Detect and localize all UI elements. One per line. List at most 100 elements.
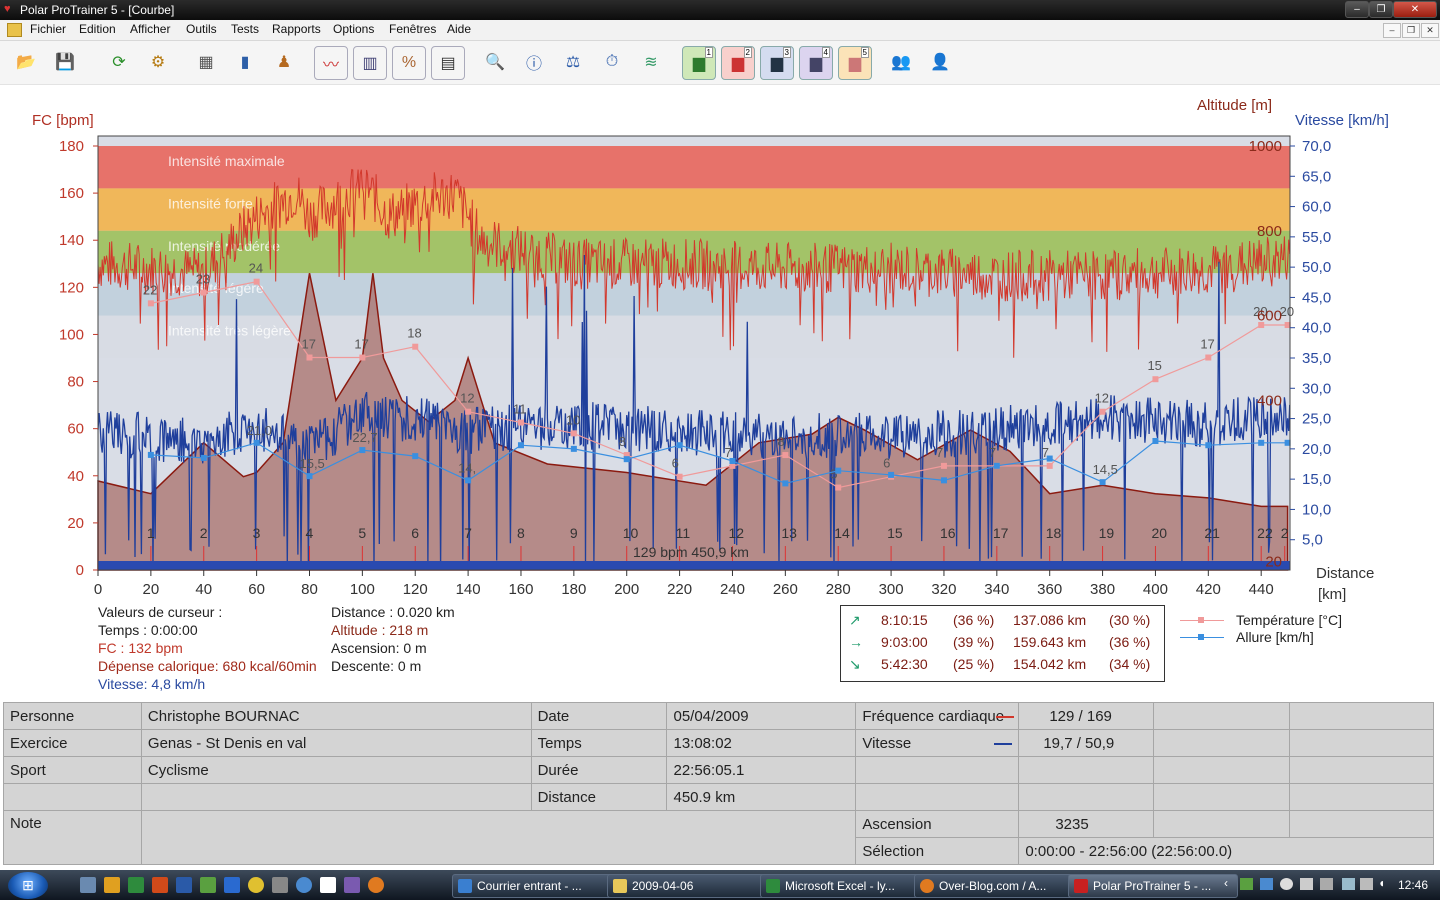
media-player-icon[interactable] — [104, 877, 120, 893]
line-chart-icon[interactable]: 〰 — [314, 46, 348, 80]
tray-update-icon[interactable] — [1280, 878, 1293, 890]
percent-chart-icon[interactable]: % — [392, 46, 426, 80]
close-button[interactable]: ✕ — [1393, 1, 1437, 18]
temperature-label: 18 — [407, 326, 421, 341]
tray-monitor-icon[interactable] — [1360, 878, 1373, 890]
chart-4-icon[interactable]: ▆ 4 — [799, 46, 833, 80]
task-mail[interactable]: Courrier entrant - ... — [452, 874, 622, 898]
empty-cell — [1153, 783, 1291, 811]
menu-aide[interactable]: Aide — [447, 22, 471, 36]
zoom-icon[interactable]: 🔍 — [479, 46, 511, 78]
tray-tools-icon[interactable] — [1320, 878, 1333, 890]
chart-area[interactable]: FC [bpm] Altitude [m] Vitesse [km/h] Dis… — [0, 86, 1440, 606]
temperature-point — [940, 462, 947, 469]
menu-fenetres[interactable]: Fenêtres — [389, 22, 436, 36]
hr-line-swatch — [996, 716, 1015, 718]
excel-quick-icon[interactable] — [128, 877, 144, 893]
mdi-minimize-button[interactable]: – — [1383, 23, 1401, 38]
altitude-tick-label: 1000 — [1249, 138, 1282, 155]
task-label: Courrier entrant - ... — [477, 879, 582, 893]
note-value[interactable] — [140, 810, 857, 865]
weight-icon[interactable]: ⚖ — [557, 46, 589, 78]
chart-number: 5 — [860, 47, 869, 58]
table-icon[interactable]: ▤ — [431, 46, 465, 80]
task-polar[interactable]: Polar ProTrainer 5 - ... — [1068, 874, 1238, 898]
book-icon[interactable]: ▮ — [229, 46, 261, 78]
tools-quick-icon[interactable] — [344, 877, 360, 893]
task-excel[interactable]: Microsoft Excel - ly... — [760, 874, 930, 898]
show-desktop-icon[interactable] — [80, 877, 96, 893]
distance-tick-label: 220 — [667, 581, 692, 598]
stopwatch-icon[interactable]: ⏱ — [596, 46, 628, 78]
chart-5-icon[interactable]: ▆ 5 — [838, 46, 872, 80]
clock[interactable]: 12:46 — [1398, 878, 1428, 892]
info-chart-icon[interactable]: ⓘ — [518, 46, 550, 78]
menu-options[interactable]: Options — [333, 22, 374, 36]
tray-expand-icon[interactable]: ‹ — [1224, 876, 1228, 890]
app-quick-icon[interactable] — [200, 877, 216, 893]
slope-row-up: ↗ 8:10:15 (36 %) 137.086 km (30 %) — [841, 612, 1164, 634]
globe-quick-icon[interactable] — [296, 877, 312, 893]
menu-outils[interactable]: Outils — [186, 22, 217, 36]
group-report-icon[interactable]: 👥 — [885, 46, 917, 78]
task-firefox[interactable]: Over-Blog.com / A... — [914, 874, 1084, 898]
menu-rapports[interactable]: Rapports — [272, 22, 321, 36]
tray-app-icon[interactable] — [1300, 878, 1313, 890]
powerpoint-quick-icon[interactable] — [152, 877, 168, 893]
minimize-button[interactable]: – — [1345, 1, 1369, 18]
restore-button[interactable]: ❐ — [1369, 1, 1393, 18]
person-tip-icon[interactable]: ♟ — [268, 46, 300, 78]
allure-point — [1205, 442, 1212, 449]
menu-afficher[interactable]: Afficher — [130, 22, 170, 36]
hr-tick-label: 100 — [59, 326, 84, 343]
chart-number: 2 — [743, 47, 752, 58]
duration-label: Durée — [530, 756, 668, 784]
start-button[interactable]: ⊞ — [8, 872, 48, 899]
menu-tests[interactable]: Tests — [231, 22, 259, 36]
save-disk-icon[interactable]: 💾 — [49, 46, 81, 78]
tray-power-icon[interactable] — [1342, 878, 1355, 890]
tray-mail-icon[interactable] — [1240, 878, 1253, 890]
tray-volume-icon[interactable]: ◖ — [1378, 876, 1385, 890]
lap-number: 5 — [358, 525, 366, 541]
temperature-label: 17 — [1200, 337, 1214, 352]
firefox-quick-icon[interactable] — [368, 877, 384, 893]
chart-3-icon[interactable]: ▆ 3 — [760, 46, 794, 80]
hr-tick-label: 140 — [59, 232, 84, 249]
open-folder-icon[interactable]: 📂 — [10, 46, 42, 78]
cursor-title: Valeurs de curseur : — [98, 604, 223, 620]
allure-point — [1046, 455, 1053, 462]
speed-tick-label: 10,0 — [1302, 501, 1331, 518]
menu-edition[interactable]: Edition — [79, 22, 116, 36]
temperature-point — [1046, 462, 1053, 469]
settings-gear-icon[interactable]: ⚙ — [142, 46, 174, 78]
bar-chart-icon[interactable]: ▥ — [353, 46, 387, 80]
task-folder[interactable]: 2009-04-06 — [607, 874, 777, 898]
sync-icon[interactable]: ⟳ — [103, 46, 135, 78]
chrome-quick-icon[interactable] — [248, 877, 264, 893]
chart-1-icon[interactable]: ▆ 1 — [682, 46, 716, 80]
mdi-restore-button[interactable]: ❐ — [1402, 23, 1420, 38]
calendar-icon[interactable]: ▦ — [190, 46, 222, 78]
distance-tick-label: 380 — [1090, 581, 1115, 598]
hr-label: Fréquence cardiaque — [855, 702, 1020, 730]
users-icon[interactable]: 👤 — [924, 46, 956, 78]
hr-tick-label: 0 — [76, 562, 84, 579]
menu-fichier[interactable]: Fichier — [30, 22, 66, 36]
chart-2-icon[interactable]: ▆ 2 — [721, 46, 755, 80]
temperature-point — [570, 430, 577, 437]
empty-cell — [1018, 756, 1155, 784]
messenger-quick-icon[interactable] — [224, 877, 240, 893]
word-quick-icon[interactable] — [176, 877, 192, 893]
multi-line-icon[interactable]: ≋ — [635, 46, 667, 78]
hr-tick-label: 160 — [59, 185, 84, 202]
vc-quick-icon[interactable] — [320, 877, 336, 893]
download-quick-icon[interactable] — [272, 877, 288, 893]
firefox-icon — [920, 879, 934, 893]
temperature-label: 22 — [143, 282, 157, 297]
slope-time: 5:42:30 — [881, 656, 928, 672]
mdi-close-button[interactable]: ✕ — [1421, 23, 1439, 38]
tray-network-icon[interactable] — [1260, 878, 1273, 890]
temperature-point — [359, 354, 366, 361]
allure-point — [517, 442, 524, 449]
